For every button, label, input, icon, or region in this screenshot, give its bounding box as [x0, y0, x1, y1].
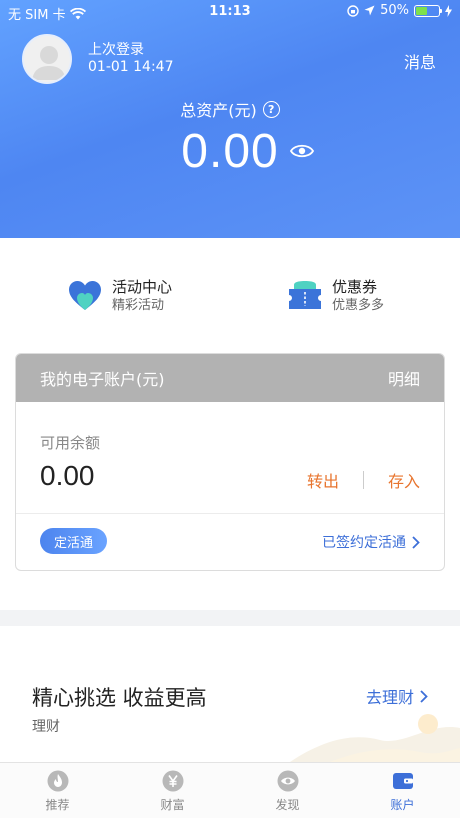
messages-button[interactable]: 消息	[404, 49, 436, 73]
available-balance-label: 可用余额	[40, 434, 101, 452]
tab-recommend[interactable]: 推荐	[0, 763, 115, 818]
account-page: 无 SIM 卡 11:13 50% 上次登录 01-01 14:47 消息 总资…	[0, 0, 460, 818]
location-icon	[364, 5, 375, 16]
help-icon[interactable]: ?	[262, 100, 280, 118]
flame-icon	[47, 770, 68, 792]
total-assets-title: 总资产(元) ?	[0, 97, 460, 121]
dinghuotong-badge[interactable]: 定活通	[40, 528, 108, 554]
coupon-subtitle: 优惠多多	[332, 298, 385, 313]
e-account-card-header: 我的电子账户(元) 明细	[16, 354, 444, 402]
total-assets-label: 总资产(元)	[180, 101, 257, 120]
tab-recommend-label: 推荐	[45, 798, 70, 812]
balance-actions: 转出 存入	[307, 468, 420, 492]
tab-account-label: 账户	[390, 798, 415, 812]
finance-title: 精心挑选 收益更高	[32, 686, 207, 710]
battery-percent: 50%	[380, 3, 409, 18]
e-account-title: 我的电子账户(元)	[40, 370, 165, 389]
finance-subtitle: 理财	[32, 719, 60, 735]
status-bar: 无 SIM 卡 11:13 50%	[0, 0, 460, 24]
tab-discover[interactable]: 发现	[230, 763, 345, 818]
chevron-right-icon	[412, 535, 420, 549]
tab-discover-label: 发现	[275, 798, 300, 812]
charging-icon	[445, 4, 452, 17]
signed-dinghuotong-link[interactable]: 已签约定活通	[322, 532, 420, 552]
balance-section: 可用余额 0.00 转出 存入	[16, 402, 444, 514]
user-icon	[32, 46, 66, 80]
activity-center-subtitle: 精彩活动	[112, 298, 165, 313]
actions-divider	[362, 471, 364, 489]
coupon-title: 优惠券	[332, 278, 378, 296]
coupon-entry[interactable]: 优惠券 优惠多多	[288, 278, 384, 314]
status-right: 50%	[347, 3, 452, 18]
finance-promo-section[interactable]: 精心挑选 收益更高 理财 去理财	[0, 626, 460, 762]
wallet-icon	[392, 773, 413, 789]
chevron-right-icon	[420, 689, 428, 703]
eye-toggle-icon[interactable]	[290, 143, 314, 159]
avatar[interactable]	[22, 34, 72, 84]
detail-link[interactable]: 明细	[388, 366, 420, 390]
yen-icon	[162, 770, 183, 792]
tab-wealth[interactable]: 财富	[115, 763, 230, 818]
bottom-tab-bar: 推荐 财富 发现 账户	[0, 762, 460, 818]
activity-center-title: 活动中心	[112, 278, 173, 296]
go-finance-link[interactable]: 去理财	[366, 684, 428, 708]
heart-icon	[69, 281, 101, 310]
last-login-label: 上次登录	[88, 42, 144, 58]
go-finance-label: 去理财	[365, 688, 414, 707]
last-login-time: 01-01 14:47	[88, 59, 174, 75]
battery-fill	[416, 6, 427, 15]
deposit-button[interactable]: 存入	[388, 468, 420, 492]
tab-wealth-label: 财富	[160, 798, 185, 812]
total-assets-value: 0.00	[181, 125, 279, 178]
battery-icon	[414, 4, 442, 17]
activity-center-entry[interactable]: 活动中心 精彩活动	[68, 278, 172, 314]
eye-icon	[277, 770, 298, 792]
e-account-card: 我的电子账户(元) 明细 可用余额 0.00 转出 存入 定活通 已签约定活通	[15, 353, 445, 571]
ticket-icon	[289, 281, 321, 309]
last-login-info: 上次登录 01-01 14:47	[88, 42, 173, 76]
tab-account[interactable]: 账户	[345, 763, 460, 818]
rotation-lock-icon	[347, 4, 359, 17]
assets-header: 无 SIM 卡 11:13 50% 上次登录 01-01 14:47 消息 总资…	[0, 0, 460, 238]
landscape-decoration	[290, 714, 460, 762]
available-balance-value: 0.00	[40, 460, 95, 491]
transfer-out-button[interactable]: 转出	[307, 468, 339, 492]
signed-dinghuotong-label: 已签约定活通	[322, 535, 406, 551]
card-footer: 定活通 已签约定活通	[16, 514, 444, 570]
